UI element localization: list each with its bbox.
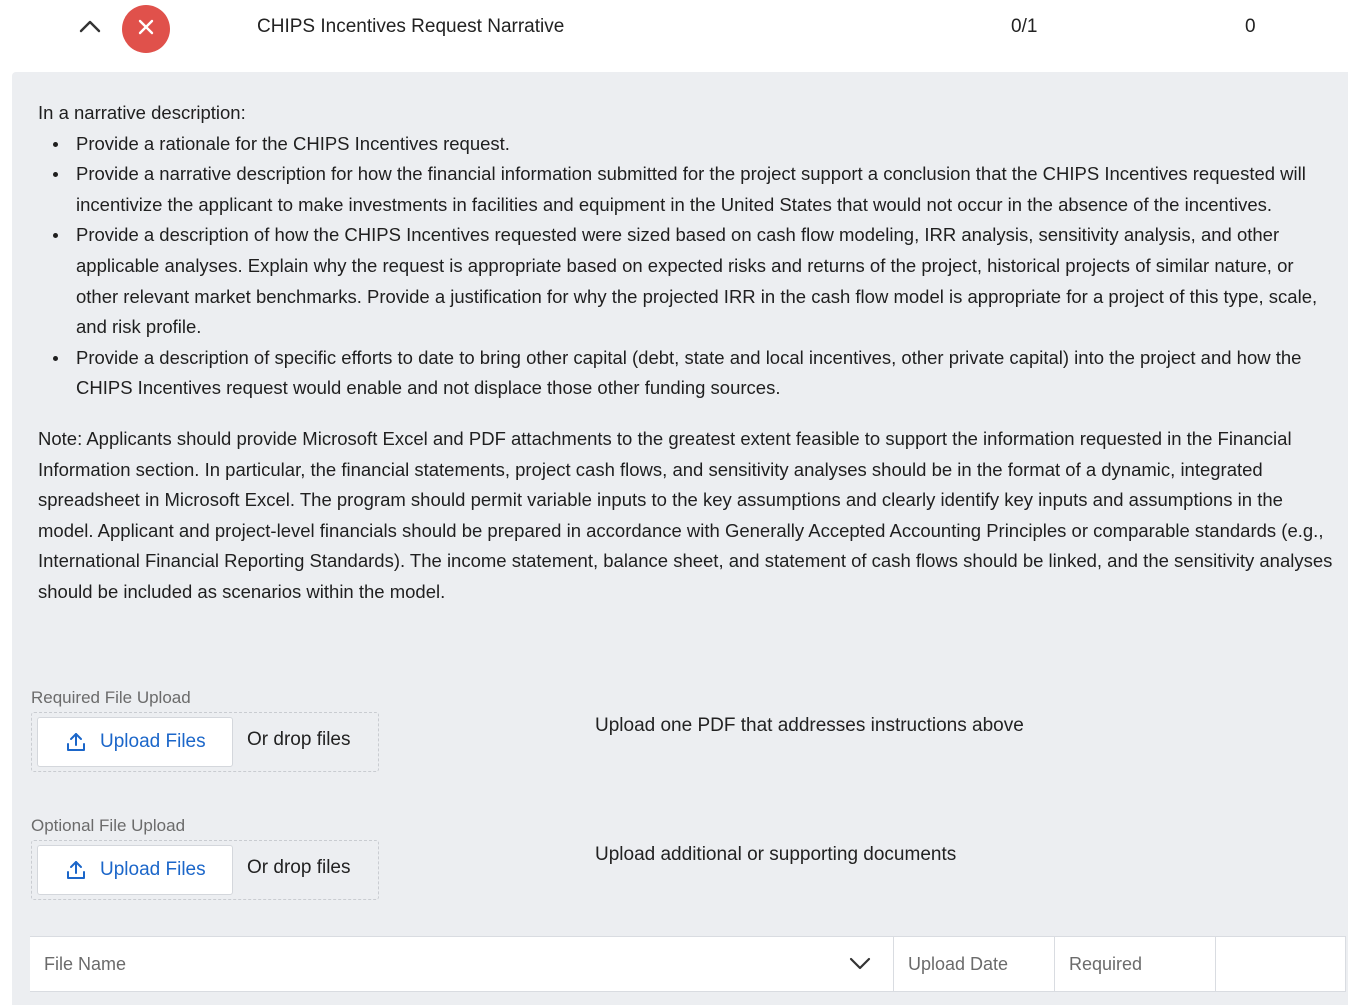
column-header-label: File Name	[44, 953, 127, 974]
status-error-indicator	[122, 5, 170, 53]
optional-upload-label: Optional File Upload	[31, 816, 186, 835]
file-count: 0	[1245, 16, 1256, 37]
list-item: Provide a description of how the CHIPS I…	[53, 220, 1338, 342]
required-upload-label: Required File Upload	[31, 688, 191, 707]
column-header-required[interactable]: Required	[1054, 937, 1215, 991]
optional-upload-button[interactable]: Upload Files	[37, 845, 233, 895]
chevron-down-icon[interactable]	[848, 952, 872, 976]
upload-button-label: Upload Files	[100, 859, 206, 880]
page: CHIPS Incentives Request Narrative 0/1 0…	[0, 0, 1348, 1005]
upload-button-label: Upload Files	[100, 731, 206, 752]
required-dropzone[interactable]: Upload Files Or drop files	[31, 712, 379, 772]
required-upload-hint: Upload one PDF that addresses instructio…	[595, 715, 1024, 736]
optional-upload-hint: Upload additional or supporting document…	[595, 844, 957, 865]
section-title: CHIPS Incentives Request Narrative	[257, 16, 565, 37]
column-header-file-name[interactable]: File Name	[30, 937, 893, 991]
section-panel: In a narrative description: Provide a ra…	[12, 72, 1348, 1005]
required-upload-button[interactable]: Upload Files	[37, 717, 233, 767]
upload-progress: 0/1	[1011, 16, 1038, 37]
drop-files-text: Or drop files	[247, 729, 351, 750]
optional-dropzone[interactable]: Upload Files Or drop files	[31, 840, 379, 900]
close-icon	[137, 18, 155, 41]
upload-icon	[64, 858, 88, 882]
list-item: Provide a rationale for the CHIPS Incent…	[53, 129, 1338, 160]
section-header-row: CHIPS Incentives Request Narrative 0/1 0	[0, 0, 1348, 58]
column-header-label: Required	[1069, 953, 1143, 974]
upload-icon	[64, 730, 88, 754]
instructions-list: Provide a rationale for the CHIPS Incent…	[38, 129, 1338, 404]
chevron-up-icon	[79, 19, 101, 38]
column-header-upload-date[interactable]: Upload Date	[893, 937, 1054, 991]
collapse-toggle[interactable]	[76, 14, 104, 42]
list-item: Provide a narrative description for how …	[53, 159, 1338, 220]
instructions-text: In a narrative description: Provide a ra…	[38, 98, 1338, 608]
list-item: Provide a description of specific effort…	[53, 343, 1338, 404]
drop-files-text: Or drop files	[247, 857, 351, 878]
column-header-actions	[1215, 937, 1346, 991]
instructions-note: Note: Applicants should provide Microsof…	[38, 427, 1333, 602]
files-table-header: File Name Upload Date Required	[30, 936, 1346, 992]
instructions-intro: In a narrative description:	[38, 102, 246, 123]
column-header-label: Upload Date	[908, 953, 1009, 974]
